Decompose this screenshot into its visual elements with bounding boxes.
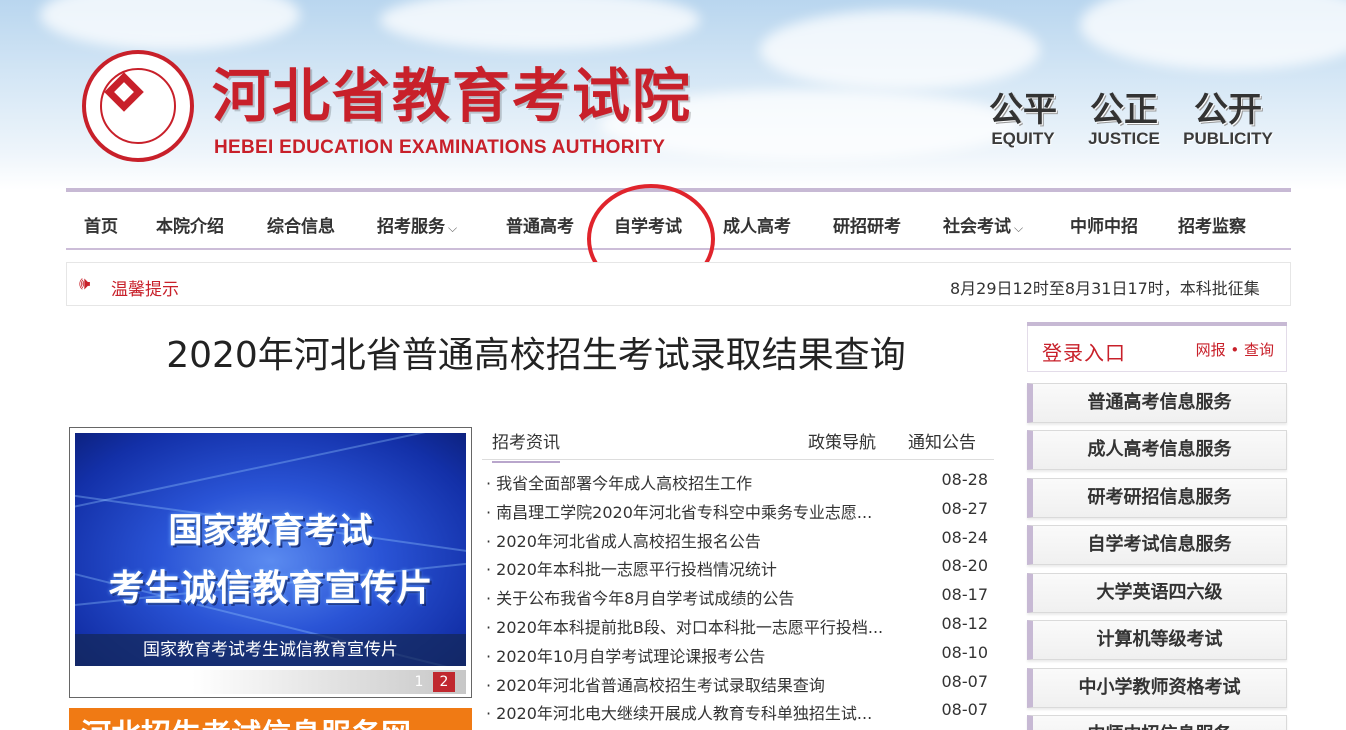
nav-item-social-exam[interactable]: 社会考试 ⌵ (943, 212, 1023, 237)
chevron-down-icon: ⌵ (448, 221, 458, 235)
news-title[interactable]: · 2020年本科提前批B段、对口本科批一志愿平行投档... (486, 614, 906, 638)
sidebar-button-cet[interactable]: 大学英语四六级 (1027, 573, 1287, 613)
nav-label: 研招研考 (833, 217, 901, 237)
nav-item-exam-services[interactable]: 招考服务 ⌵ (377, 212, 457, 237)
news-title[interactable]: · 关于公布我省今年8月自学考试成绩的公告 (486, 585, 906, 609)
list-item[interactable]: · 南昌理工学院2020年河北省专科空中乘务专业志愿... 08-27 (486, 499, 990, 528)
news-date: 08-12 (941, 613, 989, 633)
nav-label: 普通高考 (506, 217, 574, 237)
banner-slideshow: 国家教育考试 考生诚信教育宣传片 国家教育考试考生诚信教育宣传片 1 2 (69, 427, 472, 698)
nav-label: 招考监察 (1178, 217, 1246, 237)
info-service-banner[interactable]: 河北招生考试信息服务网 (69, 708, 472, 730)
nav-label: 本院介绍 (156, 217, 224, 237)
nav-label: 成人高考 (723, 217, 791, 237)
nav-item-college-entrance[interactable]: 普通高考 (506, 212, 574, 237)
sidebar-button-graduate[interactable]: 研考研招信息服务 (1027, 478, 1287, 518)
nav-label: 首页 (84, 217, 118, 237)
news-title[interactable]: · 2020年河北电大继续开展成人教育专科单独招生试... (486, 700, 906, 724)
nav-item-general-info[interactable]: 综合信息 (267, 212, 335, 237)
motto-cn: 公正 (1090, 90, 1158, 130)
news-date: 08-17 (941, 585, 989, 605)
nav-item-home[interactable]: 首页 (84, 212, 118, 237)
sidebar-button-ncre[interactable]: 计算机等级考试 (1027, 620, 1287, 660)
authority-logo-icon[interactable] (82, 50, 194, 162)
seal-inner-ring (100, 68, 176, 144)
login-links[interactable]: 网报 • 查询 (1196, 339, 1274, 360)
news-list: · 我省全面部署今年成人高校招生工作 08-28 · 南昌理工学院2020年河北省… (486, 470, 990, 729)
motto-equity: 公平 EQUITY (975, 90, 1071, 148)
nav-item-about[interactable]: 本院介绍 (156, 212, 224, 237)
sidebar-button-college-entrance[interactable]: 普通高考信息服务 (1027, 383, 1287, 423)
login-title[interactable]: 登录入口 (1042, 337, 1126, 366)
list-item[interactable]: · 关于公布我省今年8月自学考试成绩的公告 08-17 (486, 585, 990, 614)
motto-cn: 公开 (1194, 90, 1262, 130)
nav-item-adult-exam[interactable]: 成人高考 (723, 212, 791, 237)
list-item[interactable]: · 2020年10月自学考试理论课报考公告 08-10 (486, 643, 990, 672)
headline-link[interactable]: 2020年河北省普通高校招生考试录取结果查询 (66, 326, 1006, 378)
sidebar-button-adult-exam[interactable]: 成人高考信息服务 (1027, 430, 1287, 470)
notice-label: 温馨提示 (111, 280, 179, 300)
list-item[interactable]: · 2020年本科提前批B段、对口本科批一志愿平行投档... 08-12 (486, 614, 990, 643)
nav-item-secondary-normal[interactable]: 中师中招 (1070, 212, 1138, 237)
sidebar-button-secondary-normal[interactable]: 中师中招信息服务 (1027, 715, 1287, 730)
tab-announcements[interactable]: 通知公告 (908, 428, 976, 453)
news-date: 08-24 (941, 527, 989, 547)
nav-label: 中师中招 (1070, 217, 1138, 237)
nav-item-supervision[interactable]: 招考监察 (1178, 212, 1246, 237)
news-tabs: 招考资讯 政策导航 通知公告 (482, 420, 994, 463)
nav-label: 综合信息 (267, 217, 335, 237)
news-title[interactable]: · 我省全面部署今年成人高校招生工作 (486, 470, 906, 494)
motto-en: PUBLICITY (1183, 129, 1273, 148)
banner-line2: 考生诚信教育宣传片 (108, 568, 433, 609)
nav-item-graduate-exam[interactable]: 研招研考 (833, 212, 901, 237)
tab-exam-news[interactable]: 招考资讯 (492, 428, 560, 463)
news-date: 08-27 (941, 498, 989, 518)
slideshow-pager: 1 2 (75, 670, 466, 694)
login-panel: 登录入口 网报 • 查询 (1027, 326, 1287, 372)
news-title[interactable]: · 南昌理工学院2020年河北省专科空中乘务专业志愿... (486, 499, 906, 523)
page-button-1[interactable]: 1 (408, 672, 430, 692)
info-service-banner-text: 河北招生考试信息服务网 (81, 710, 411, 730)
motto-en: JUSTICE (1088, 129, 1160, 148)
list-item[interactable]: · 2020年河北电大继续开展成人教育专科单独招生试... 08-07 (486, 700, 990, 729)
motto-cn: 公平 (989, 90, 1057, 130)
motto-publicity: 公开 PUBLICITY (1180, 90, 1276, 148)
notice-bar: 🕪 温馨提示 8月29日12时至8月31日17时，本科批征集 (66, 262, 1291, 306)
nav-label: 招考服务 (377, 217, 445, 237)
news-date: 08-07 (941, 671, 989, 691)
banner-image[interactable]: 国家教育考试 考生诚信教育宣传片 (75, 433, 466, 666)
news-date: 08-07 (941, 700, 989, 720)
list-item[interactable]: · 2020年河北省普通高校招生考试录取结果查询 08-07 (486, 672, 990, 701)
page-button-2[interactable]: 2 (433, 672, 455, 692)
motto-justice: 公正 JUSTICE (1076, 90, 1172, 148)
banner-caption[interactable]: 国家教育考试考生诚信教育宣传片 (75, 634, 466, 666)
sidebar-button-teacher-cert[interactable]: 中小学教师资格考试 (1027, 668, 1287, 708)
sidebar-button-self-study[interactable]: 自学考试信息服务 (1027, 525, 1287, 565)
speaker-icon: 🕪 (79, 273, 91, 294)
news-title[interactable]: · 2020年本科批一志愿平行投档情况统计 (486, 556, 906, 580)
site-title: 河北省教育考试院 (212, 62, 693, 130)
notice-marquee[interactable]: 8月29日12时至8月31日17时，本科批征集 (950, 275, 1280, 299)
news-date: 08-28 (941, 470, 989, 489)
list-item[interactable]: · 2020年河北省成人高校招生报名公告 08-24 (486, 528, 990, 557)
news-title[interactable]: · 2020年10月自学考试理论课报考公告 (486, 643, 906, 667)
site-subtitle: HEBEI EDUCATION EXAMINATIONS AUTHORITY (214, 137, 666, 158)
tab-policy-guide[interactable]: 政策导航 (808, 428, 876, 453)
list-item[interactable]: · 2020年本科批一志愿平行投档情况统计 08-20 (486, 556, 990, 585)
news-title[interactable]: · 2020年河北省成人高校招生报名公告 (486, 528, 906, 552)
news-date: 08-10 (941, 642, 989, 662)
news-date: 08-20 (941, 556, 989, 576)
chevron-down-icon: ⌵ (1014, 221, 1024, 235)
motto-en: EQUITY (991, 129, 1055, 148)
banner-line1: 国家教育考试 (168, 511, 373, 551)
news-title[interactable]: · 2020年河北省普通高校招生考试录取结果查询 (486, 672, 906, 696)
list-item[interactable]: · 我省全面部署今年成人高校招生工作 08-28 (486, 470, 990, 499)
nav-label: 社会考试 (943, 217, 1011, 237)
